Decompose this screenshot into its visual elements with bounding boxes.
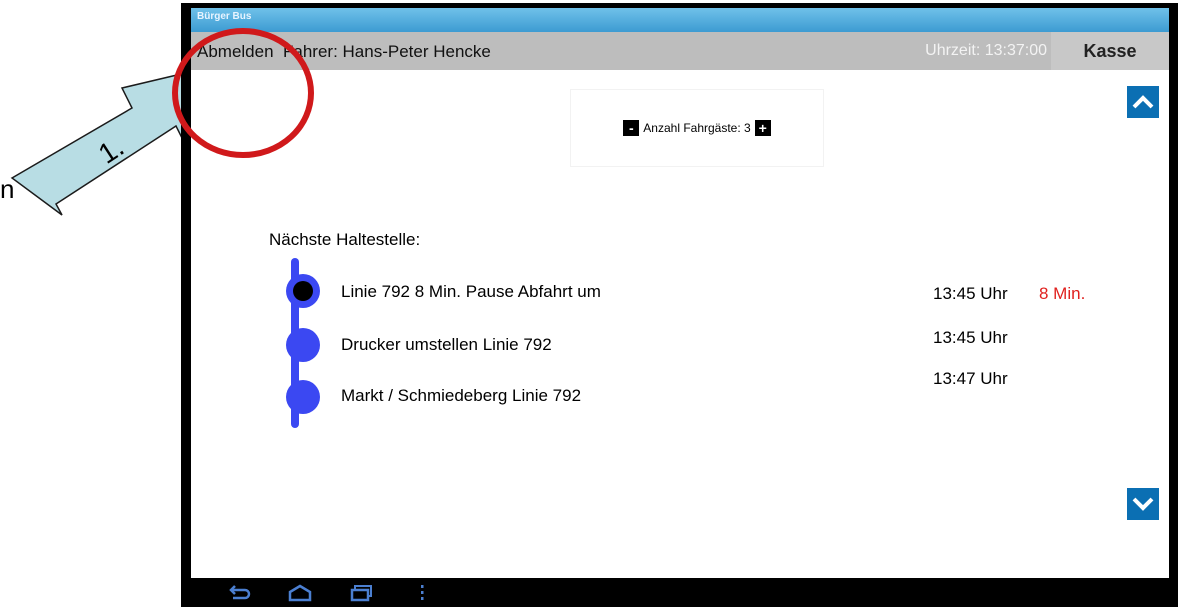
app-title: Bürger Bus bbox=[197, 11, 252, 22]
app-titlebar: Bürger Bus bbox=[191, 8, 1169, 32]
recent-apps-icon[interactable] bbox=[349, 584, 375, 602]
stop-1-label[interactable]: Linie 792 8 Min. Pause Abfahrt um bbox=[341, 282, 601, 302]
stop-marker-current bbox=[286, 274, 320, 308]
annotation-arrow-icon bbox=[10, 69, 199, 216]
passenger-count-label: Anzahl Fahrgäste: 3 bbox=[643, 121, 751, 135]
stop-marker bbox=[286, 380, 320, 414]
stop-3-time: 13:47 Uhr bbox=[933, 369, 1008, 388]
scroll-down-button[interactable] bbox=[1127, 488, 1159, 520]
driver-name: Fahrer: Hans-Peter Hencke bbox=[283, 42, 491, 61]
annotation-left-edge-text: n bbox=[0, 174, 15, 204]
top-bar: Abmelden Fahrer: Hans-Peter Hencke Uhrze… bbox=[191, 32, 1169, 70]
stop-2-label[interactable]: Drucker umstellen Linie 792 bbox=[341, 335, 552, 355]
chevron-up-icon bbox=[1132, 95, 1154, 109]
stop-marker bbox=[286, 328, 320, 362]
stop-3-label[interactable]: Markt / Schmiedeberg Linie 792 bbox=[341, 386, 581, 406]
logout-button[interactable]: Abmelden bbox=[197, 42, 274, 62]
scroll-up-button[interactable] bbox=[1127, 86, 1159, 118]
stop-1-time: 13:45 Uhr bbox=[933, 284, 1008, 303]
clock-display: Uhrzeit: 13:37:00 bbox=[925, 42, 1047, 59]
stop-2-time: 13:45 Uhr bbox=[933, 328, 1008, 347]
menu-icon[interactable] bbox=[419, 584, 425, 602]
back-icon[interactable] bbox=[227, 584, 251, 602]
app-screen: Bürger Bus Abmelden Fahrer: Hans-Peter H… bbox=[191, 8, 1169, 578]
increase-passengers-button[interactable]: + bbox=[754, 120, 771, 136]
chevron-down-icon bbox=[1132, 497, 1154, 511]
decrease-passengers-button[interactable]: - bbox=[623, 120, 640, 136]
android-navigation-bar bbox=[191, 578, 1169, 607]
home-icon[interactable] bbox=[287, 584, 313, 602]
current-stop-indicator bbox=[293, 281, 313, 301]
stop-1-wait: 8 Min. bbox=[1039, 284, 1086, 303]
passenger-counter: - Anzahl Fahrgäste: 3 + bbox=[571, 90, 823, 166]
cash-register-button[interactable]: Kasse bbox=[1051, 32, 1169, 70]
next-stop-heading: Nächste Haltestelle: bbox=[269, 230, 421, 249]
annotation-step-label: 1. bbox=[93, 131, 129, 170]
